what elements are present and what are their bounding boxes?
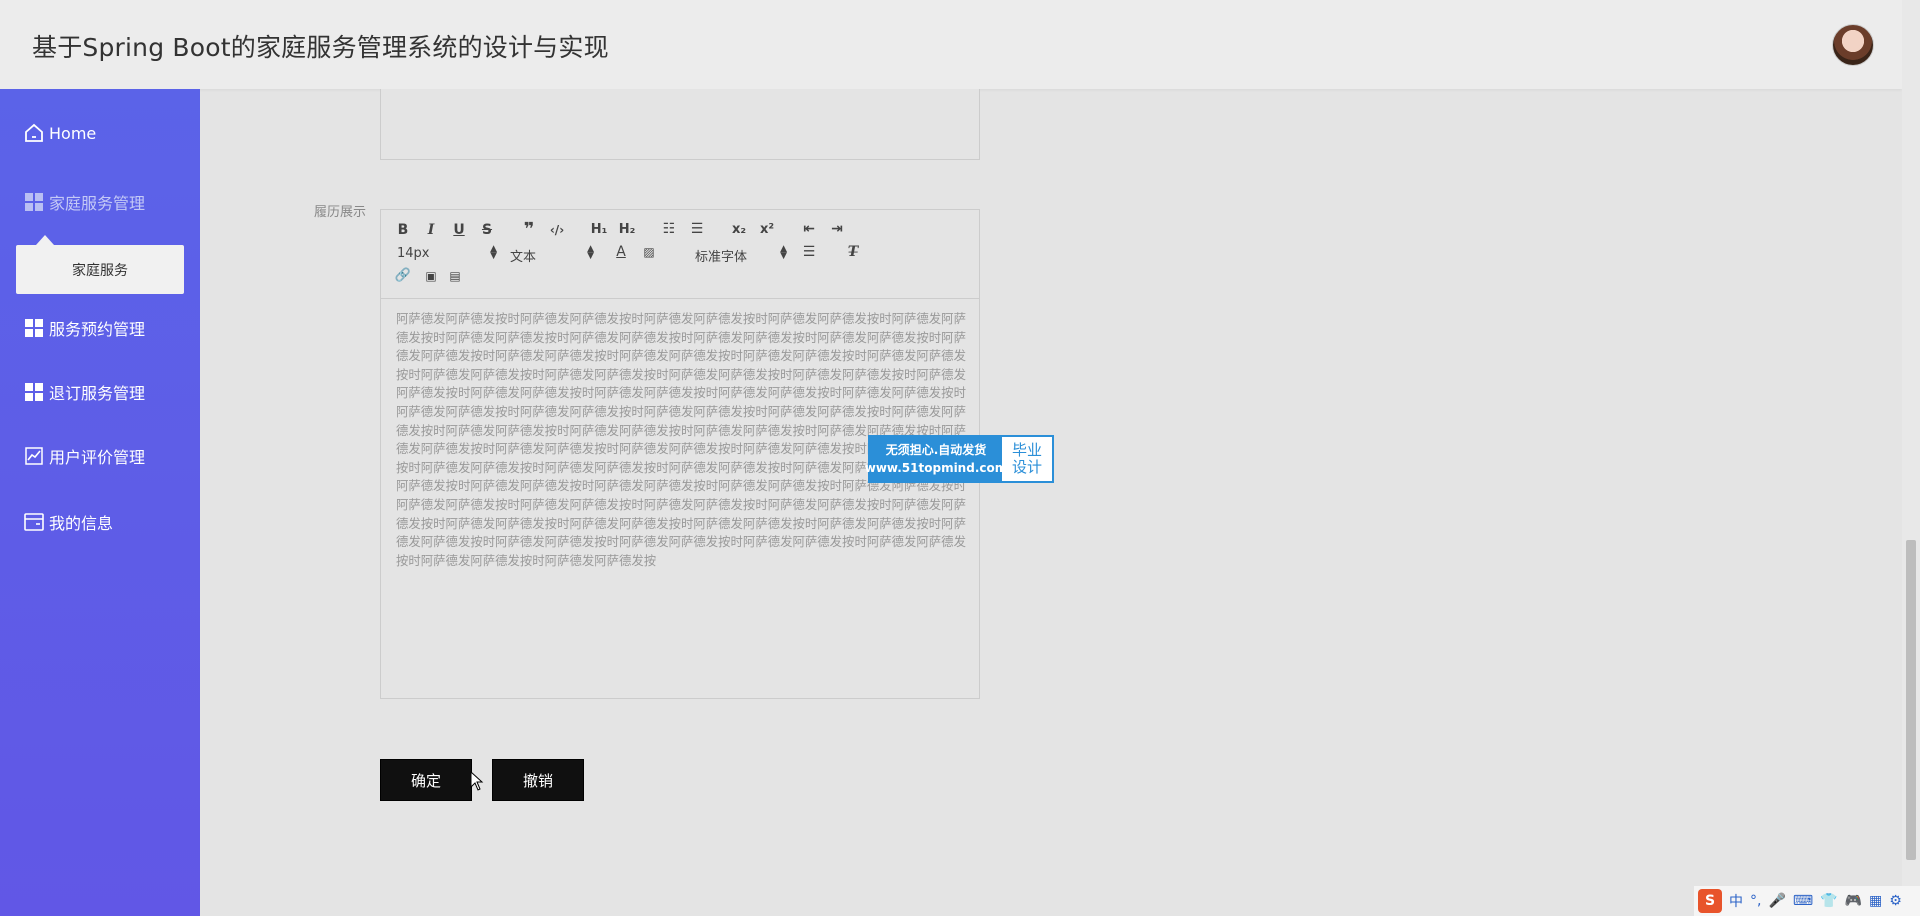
superscript-icon[interactable]: x²	[757, 222, 777, 240]
font-size-select[interactable]: 14px ▲ ▼	[397, 244, 497, 262]
resume-label: 履历展示	[314, 205, 367, 220]
underline-icon[interactable]: U	[449, 222, 469, 240]
watermark-badge: 无须担心.自动发货 www.51topmind.com 毕业 设计	[865, 435, 1054, 483]
grid-icon	[24, 382, 44, 402]
sidebar-item-label: 服务预约管理	[49, 320, 146, 339]
editor-toolbar: B I U S ❞ ‹/› H₁ H₂ ☷ ☰ x₂ x² ⇤ ⇥ 14px ▲ ▼…	[381, 210, 979, 299]
card-icon	[24, 512, 44, 532]
sidebar-item-unsubscribe-management[interactable]: 退订服务管理	[24, 380, 145, 404]
header-select[interactable]: 文本 ▲ ▼	[510, 244, 594, 266]
subscript-icon[interactable]: x₂	[729, 222, 749, 240]
sogou-logo-icon[interactable]: S	[1698, 889, 1722, 913]
scrollbar-thumb[interactable]	[1906, 540, 1916, 860]
h2-icon[interactable]: H₂	[617, 222, 637, 240]
background-color-icon[interactable]: ▨	[639, 244, 659, 262]
image-icon[interactable]: ▣	[421, 268, 441, 286]
avatar[interactable]	[1832, 24, 1874, 66]
h1-icon[interactable]: H₁	[589, 222, 609, 240]
clear-format-icon[interactable]: T̶	[843, 244, 863, 262]
ime-toolbar[interactable]: S 中 °, 🎤 ⌨ 👕 🎮 ▦ ⚙	[1694, 886, 1920, 916]
watermark-line2: www.51topmind.com	[864, 461, 1008, 475]
link-icon[interactable]: 🔗	[393, 268, 413, 286]
sidebar-item-family-service-management[interactable]: 家庭服务管理	[24, 190, 145, 214]
italic-icon[interactable]: I	[421, 222, 441, 240]
watermark-right1: 毕业	[1011, 441, 1042, 459]
sidebar: Home 家庭服务管理 家庭服务 服务预约管理 退订服务管理 用户评价管理 我的…	[0, 89, 200, 916]
select-arrow-icon: ▲ ▼	[780, 244, 787, 261]
mouse-cursor-icon	[470, 771, 484, 791]
watermark-left: 无须担心.自动发货 www.51topmind.com	[865, 437, 1007, 481]
sidebar-item-home[interactable]: Home	[24, 123, 96, 143]
confirm-button[interactable]: 确定	[380, 759, 472, 801]
video-icon[interactable]: ▤	[445, 268, 465, 286]
code-icon[interactable]: ‹/›	[547, 222, 567, 240]
select-arrow-icon: ▲ ▼	[490, 244, 497, 261]
ime-punct[interactable]: °,	[1750, 893, 1761, 909]
sidebar-item-label: 用户评价管理	[49, 448, 146, 467]
sidebar-item-label: 我的信息	[49, 514, 114, 533]
font-color-icon[interactable]: A	[611, 244, 631, 262]
game-icon[interactable]: 🎮	[1845, 893, 1862, 909]
apps-grid-icon[interactable]: ▦	[1869, 893, 1882, 909]
sidebar-item-my-info[interactable]: 我的信息	[24, 510, 113, 534]
skin-icon[interactable]: 👕	[1820, 893, 1837, 909]
watermark-right: 毕业 设计	[1002, 437, 1052, 481]
align-icon[interactable]: ☰	[799, 244, 819, 262]
strike-icon[interactable]: S	[477, 222, 497, 240]
home-icon	[24, 123, 44, 143]
sidebar-item-booking-management[interactable]: 服务预约管理	[24, 316, 145, 340]
submenu-item-label: 家庭服务	[72, 262, 128, 279]
select-arrow-icon: ▲ ▼	[587, 244, 594, 261]
grid-icon	[24, 192, 44, 212]
watermark-line1: 无须担心.自动发货	[885, 443, 987, 457]
previous-field-box[interactable]	[380, 89, 980, 160]
cancel-button[interactable]: 撤销	[492, 759, 584, 801]
quote-icon[interactable]: ❞	[519, 221, 539, 240]
page-title: 基于Spring Boot的家庭服务管理系统的设计与实现	[32, 33, 609, 62]
sidebar-item-label: 退订服务管理	[49, 384, 146, 403]
watermark-right2: 设计	[1011, 458, 1042, 476]
ime-mode[interactable]: 中	[1729, 891, 1743, 911]
bold-icon[interactable]: B	[393, 222, 413, 240]
font-family-select[interactable]: 标准字体 ▲ ▼	[695, 244, 787, 266]
indent-icon[interactable]: ⇥	[827, 221, 847, 239]
sidebar-item-label: 家庭服务管理	[49, 194, 146, 213]
microphone-icon[interactable]: 🎤	[1768, 893, 1785, 909]
chart-icon	[24, 446, 44, 466]
top-header: 基于Spring Boot的家庭服务管理系统的设计与实现	[0, 0, 1902, 89]
outdent-icon[interactable]: ⇤	[799, 221, 819, 239]
sidebar-item-label: Home	[49, 123, 97, 143]
settings-gear-icon[interactable]: ⚙	[1889, 893, 1902, 909]
ordered-list-icon[interactable]: ☷	[659, 221, 679, 239]
submenu-item-family-service[interactable]: 家庭服务	[16, 235, 184, 294]
bullet-list-icon[interactable]: ☰	[687, 221, 707, 239]
grid-icon	[24, 318, 44, 338]
sidebar-item-review-management[interactable]: 用户评价管理	[24, 444, 145, 468]
keyboard-icon[interactable]: ⌨	[1793, 893, 1813, 909]
